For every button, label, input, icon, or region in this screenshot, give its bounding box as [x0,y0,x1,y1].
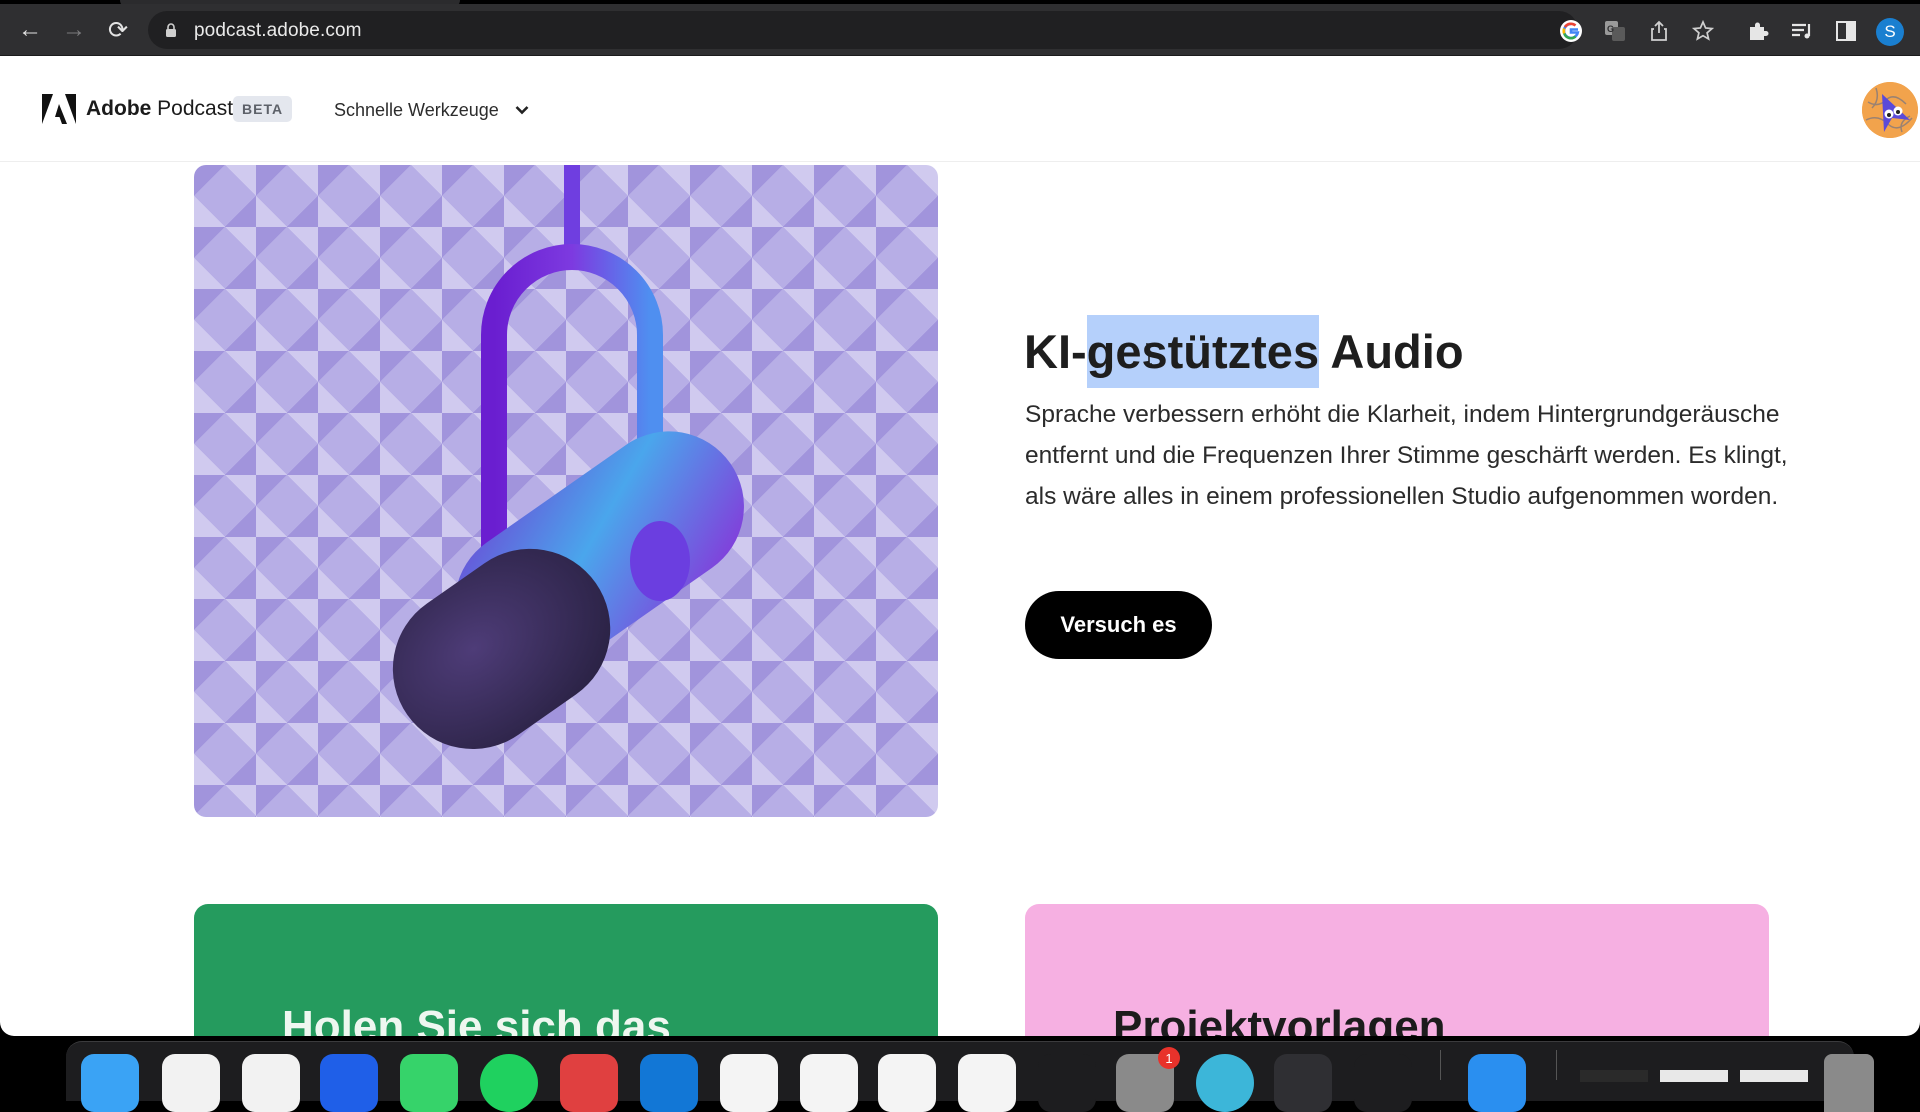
dock-app-app-store-icon[interactable] [1468,1054,1526,1112]
dock-app-whatsapp-icon[interactable] [400,1054,458,1112]
quick-tools-label: Schnelle Werkzeuge [334,99,499,120]
minimized-window-thumb[interactable] [1740,1070,1808,1082]
notification-badge: 1 [1158,1047,1180,1069]
address-bar[interactable]: podcast.adobe.com G [148,11,1714,49]
reload-icon: ⟳ [107,16,129,44]
google-icon[interactable] [1558,18,1584,44]
feature-card-green[interactable]: Holen Sie sich das [194,904,938,1036]
profile-avatar[interactable]: S [1876,18,1904,46]
dock-app-imovie-icon[interactable] [958,1054,1016,1112]
hero-microphone-image [194,165,938,817]
browser-toolbar: ← → ⟳ podcast.adobe.com G S [0,4,1920,56]
lock-icon [166,23,176,37]
dock-separator [1556,1050,1557,1080]
site-header: Adobe Podcast BETA Schnelle Werkzeuge [0,56,1920,162]
url-text[interactable]: podcast.adobe.com [194,20,362,42]
feature-card-pink[interactable]: Projektvorlagen [1025,904,1769,1036]
microphone-illustration [392,165,744,750]
svg-text:G: G [1607,24,1614,34]
dock-app-chrome-icon[interactable] [242,1054,300,1112]
trash-icon[interactable] [1824,1054,1874,1112]
side-panel-icon[interactable] [1832,17,1860,45]
back-button[interactable]: ← [12,4,48,56]
share-icon[interactable] [1646,18,1672,44]
card-title: Holen Sie sich das [282,1002,671,1036]
hero-description: Sprache verbessern erhöht die Klarheit, … [1025,401,1788,510]
hero-title: KI-gestütztes Audio [1024,315,1464,388]
forward-button[interactable]: → [56,4,92,56]
dock-app-google-drive-icon[interactable] [1038,1054,1096,1112]
try-it-button[interactable]: Versuch es [1025,591,1212,659]
dock-app-trello-icon[interactable] [640,1054,698,1112]
arrow-right-icon: → [62,16,86,43]
dock-app-word-icon[interactable] [878,1054,936,1112]
bookmark-star-icon[interactable] [1690,18,1716,44]
dock-separator [1440,1050,1441,1080]
brand-name[interactable]: Adobe Podcast [86,97,233,121]
dock-app-excel-icon[interactable] [720,1054,778,1112]
user-avatar[interactable] [1862,82,1918,138]
minimized-window-thumb[interactable] [1660,1070,1728,1082]
dock-app-browser-blue-icon[interactable] [1196,1054,1254,1112]
dock-app-audio-app-icon[interactable] [1354,1054,1412,1112]
text-cursor-icon [1146,343,1152,365]
dock-app-zoom-icon[interactable] [320,1054,378,1112]
extensions-icon[interactable] [1744,17,1772,45]
avatar-character-icon [1862,82,1918,138]
reload-button[interactable]: ⟳ [100,4,136,56]
dock-app-quicktime-icon[interactable] [1274,1054,1332,1112]
selected-text: gestütztes [1086,315,1320,388]
adobe-logo-icon[interactable] [42,94,76,124]
chevron-down-icon [515,106,529,115]
dock-app-powerpoint-icon[interactable] [800,1054,858,1112]
translate-icon[interactable]: G [1602,18,1628,44]
beta-badge: BETA [233,96,293,122]
minimized-window-thumb[interactable] [1580,1070,1648,1082]
reading-list-icon[interactable] [1788,17,1816,45]
arrow-left-icon: ← [18,16,42,43]
dock-app-spotify-icon[interactable] [480,1054,538,1112]
dock-app-safari-icon[interactable] [162,1054,220,1112]
card-title: Projektvorlagen [1113,1002,1446,1036]
web-page: Adobe Podcast BETA Schnelle Werkzeuge KI… [0,56,1920,1036]
dock-app-finder-icon[interactable] [81,1054,139,1112]
dock-app-todoist-icon[interactable] [560,1054,618,1112]
quick-tools-menu[interactable]: Schnelle Werkzeuge [334,96,529,124]
